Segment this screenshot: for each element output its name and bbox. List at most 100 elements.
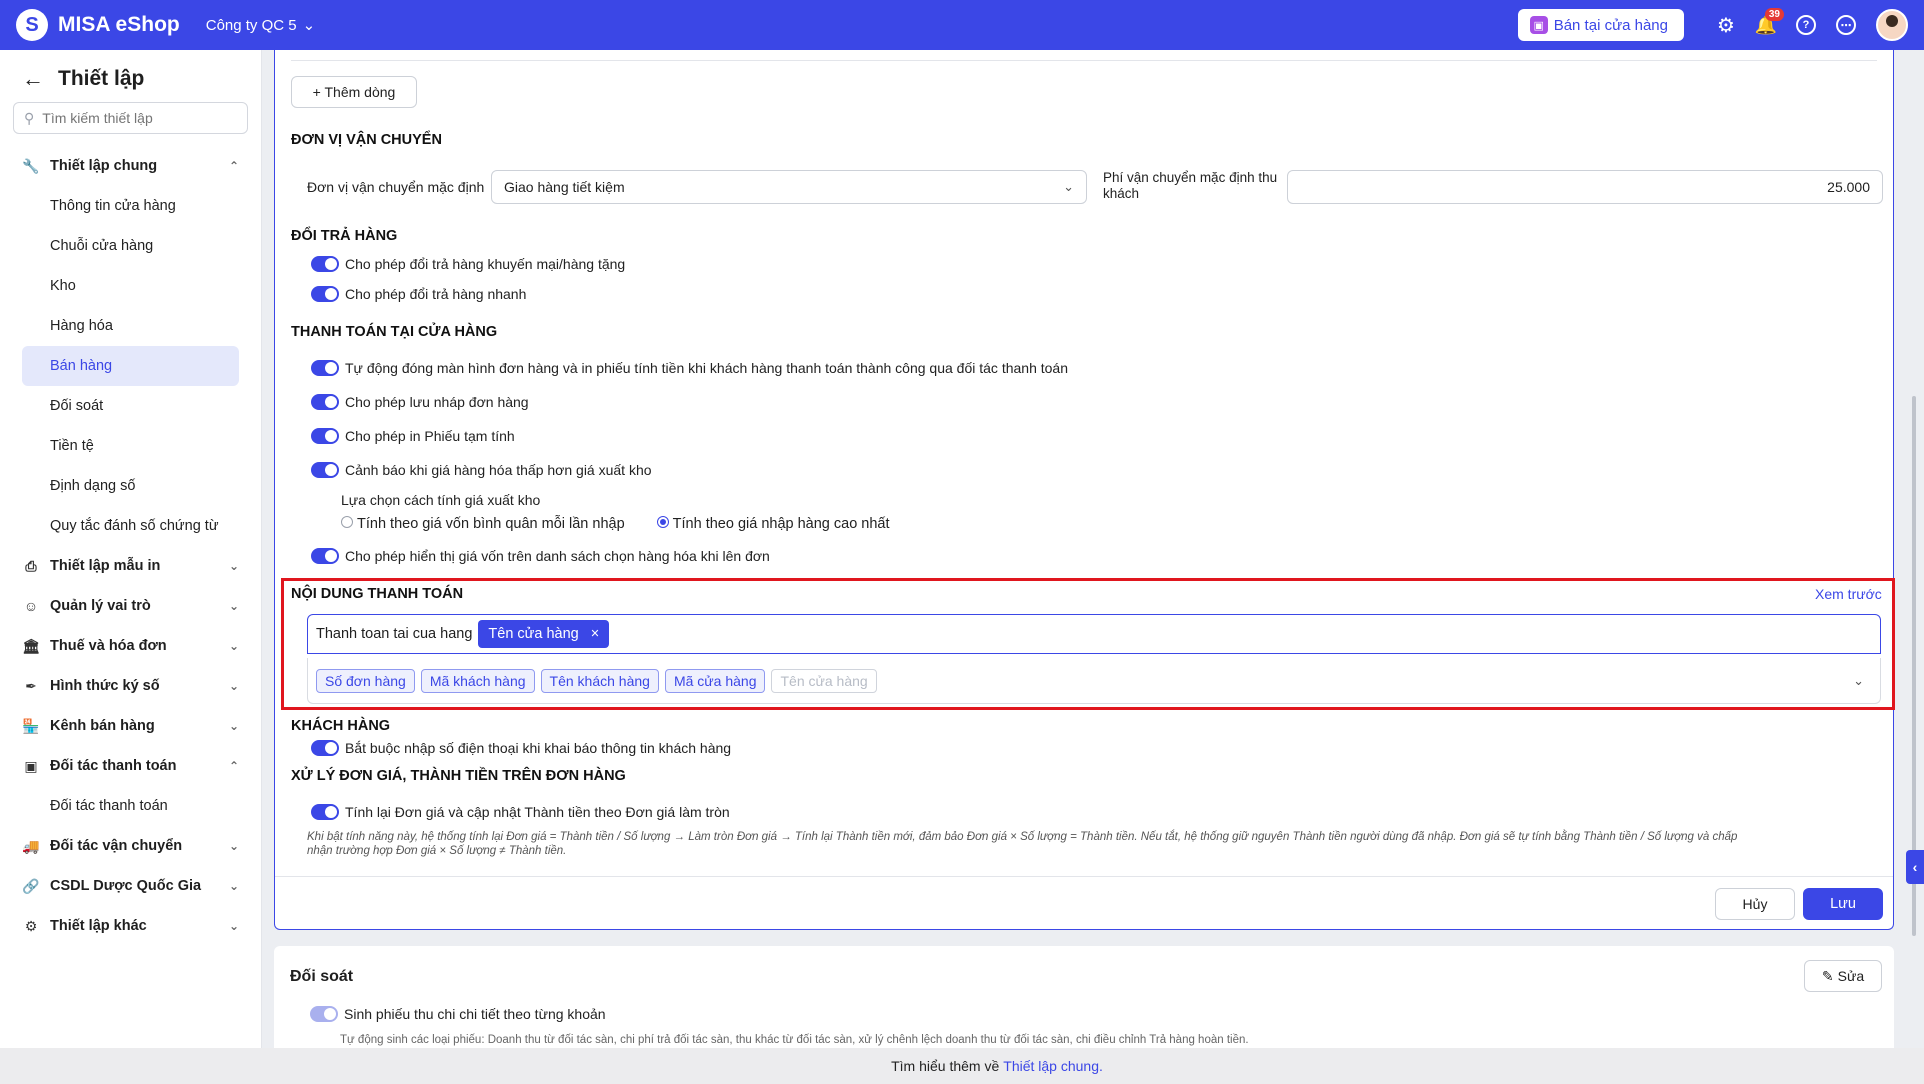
default-carrier-label: Đơn vị vận chuyển mặc định <box>307 179 485 195</box>
sidebar-item-warehouse[interactable]: Kho <box>22 266 239 306</box>
sidebar-item-store-info[interactable]: Thông tin cửa hàng <box>22 186 239 226</box>
price-method-label: Lựa chọn cách tính giá xuất kho <box>341 492 541 508</box>
require-phone-row: Bắt buộc nhập số điện thoại khi khai báo… <box>311 740 731 756</box>
sidebar-item-store-chain[interactable]: Chuỗi cửa hàng <box>22 226 239 266</box>
low-price-warning-toggle[interactable] <box>311 462 339 478</box>
reconcile-detail-row: Sinh phiếu thu chi chi tiết theo từng kh… <box>310 1006 606 1022</box>
returns-promo-toggle[interactable] <box>311 256 339 272</box>
back-arrow-icon[interactable]: ← <box>22 66 44 92</box>
customer-section-title: KHÁCH HÀNG <box>291 718 391 734</box>
tag-customer-name[interactable]: Tên khách hàng <box>540 668 659 693</box>
settings-search-input[interactable] <box>42 110 237 126</box>
pricing-note: Khi bật tính năng này, hệ thống tính lại… <box>307 831 1738 857</box>
returns-promo-row: Cho phép đổi trả hàng khuyến mại/hàng tặ… <box>311 256 625 272</box>
sidebar-item-currency[interactable]: Tiền tệ <box>22 426 239 466</box>
default-fee-label: Phí vận chuyển mặc định thu khách <box>1103 170 1278 201</box>
auto-close-row: Tự động đóng màn hình đơn hàng và in phi… <box>311 360 1068 376</box>
sidebar-item-doc-numbering[interactable]: Quy tắc đánh số chứng từ <box>22 506 239 546</box>
misa-logo-icon[interactable]: S <box>16 9 48 41</box>
store-name-chip: Tên cửa hàng × <box>478 620 610 648</box>
company-name: Công ty QC 5 <box>205 16 297 34</box>
sidebar-group-shipping-partner[interactable]: 🚚 Đối tác vận chuyển ⌄ <box>0 826 261 866</box>
settings-sidebar: ← Thiết lập ⚲ 🔧 Thiết lập chung ⌃ Thông … <box>0 50 262 1084</box>
gear-icon: ⚙ <box>24 917 38 934</box>
pen-icon: ✒ <box>25 677 37 694</box>
edit-button[interactable]: ✎ Sửa <box>1804 960 1882 992</box>
sell-at-store-label: Bán tại cửa hàng <box>1553 16 1668 34</box>
sidebar-item-number-format[interactable]: Định dạng số <box>22 466 239 506</box>
preview-link[interactable]: Xem trước <box>1815 586 1882 602</box>
default-fee-input[interactable]: 25.000 <box>1287 170 1883 204</box>
sales-settings-card: + Thêm dòng ĐƠN VỊ VẬN CHUYỂN Đơn vị vận… <box>274 50 1895 930</box>
user-avatar[interactable] <box>1876 9 1908 41</box>
returns-quick-toggle[interactable] <box>311 286 339 302</box>
radio-average-cost[interactable]: Tính theo giá vốn bình quân mỗi lần nhập <box>341 516 625 532</box>
notification-bell-icon[interactable]: 🔔 39 <box>1746 5 1786 45</box>
save-button[interactable]: Lưu <box>1803 888 1883 920</box>
sidebar-item-payment-partner[interactable]: Đối tác thanh toán <box>22 786 239 826</box>
search-icon: ⚲ <box>24 109 35 126</box>
sidebar-item-sales[interactable]: Bán hàng <box>22 346 239 386</box>
tag-store-name-disabled: Tên cửa hàng <box>771 668 877 693</box>
returns-quick-row: Cho phép đổi trả hàng nhanh <box>311 286 526 302</box>
chevron-up-icon: ⌃ <box>228 759 239 773</box>
payment-prefix-text: Thanh toan tai cua hang <box>316 626 473 642</box>
company-selector[interactable]: Công ty QC 5 ⌄ <box>205 16 316 35</box>
shipping-section-title: ĐƠN VỊ VẬN CHUYỂN <box>291 132 442 148</box>
sidebar-group-payment-partner[interactable]: ▣ Đối tác thanh toán ⌃ <box>0 746 261 786</box>
require-phone-toggle[interactable] <box>311 740 339 756</box>
save-draft-toggle[interactable] <box>311 394 339 410</box>
sidebar-group-sales-channel[interactable]: 🏪 Kênh bán hàng ⌄ <box>0 706 261 746</box>
settings-gear-icon[interactable]: ⚙ <box>1706 5 1746 45</box>
main-content: + Thêm dòng ĐƠN VỊ VẬN CHUYỂN Đơn vị vận… <box>274 50 1895 1084</box>
link-icon: 🔗 <box>22 877 40 894</box>
chevron-down-icon: ⌄ <box>228 559 239 573</box>
print-temp-row: Cho phép in Phiếu tạm tính <box>311 428 515 444</box>
notification-badge: 39 <box>1764 8 1784 21</box>
save-draft-row: Cho phép lưu nháp đơn hàng <box>311 394 529 410</box>
chevron-down-icon: ⌄ <box>228 679 239 693</box>
sidebar-group-general[interactable]: 🔧 Thiết lập chung ⌃ <box>0 146 261 186</box>
chevron-down-icon[interactable]: ⌄ <box>1853 673 1864 689</box>
chevron-down-icon: ⌄ <box>228 639 239 653</box>
more-icon[interactable]: ⋯ <box>1826 5 1866 45</box>
auto-close-toggle[interactable] <box>311 360 339 376</box>
sidebar-group-print-templates[interactable]: ⎙ Thiết lập mẫu in ⌄ <box>0 546 261 586</box>
sidebar-group-pharma-db[interactable]: 🔗 CSDL Dược Quốc Gia ⌄ <box>0 866 261 906</box>
footer-link[interactable]: Thiết lập chung. <box>1003 1058 1103 1074</box>
footer-text: Tìm hiểu thêm về <box>891 1058 1000 1074</box>
radio-highest-cost[interactable]: Tính theo giá nhập hàng cao nhất <box>656 516 890 532</box>
help-icon[interactable]: ? <box>1786 5 1826 45</box>
print-temp-toggle[interactable] <box>311 428 339 444</box>
recalc-price-toggle[interactable] <box>311 804 339 820</box>
price-method-radios: Tính theo giá vốn bình quân mỗi lần nhập… <box>341 516 890 532</box>
tag-customer-code[interactable]: Mã khách hàng <box>420 668 535 693</box>
chevron-down-icon: ⌄ <box>228 599 239 613</box>
user-role-icon: ☺ <box>23 598 39 614</box>
help-footer: Tìm hiểu thêm về Thiết lập chung. <box>0 1048 1924 1084</box>
default-carrier-select[interactable]: Giao hàng tiết kiệm ⌄ <box>491 170 1087 204</box>
chevron-down-icon: ⌄ <box>302 17 316 34</box>
chevron-down-icon: ⌄ <box>228 719 239 733</box>
sidebar-group-digital-sign[interactable]: ✒ Hình thức ký số ⌄ <box>0 666 261 706</box>
sidebar-item-reconcile[interactable]: Đối soát <box>22 386 239 426</box>
tag-order-number[interactable]: Số đơn hàng <box>316 668 415 693</box>
collapse-panel-icon[interactable]: ‹ <box>1906 850 1924 884</box>
show-cost-row: Cho phép hiển thị giá vốn trên danh sách… <box>311 548 770 564</box>
sell-at-store-button[interactable]: ▣ Bán tại cửa hàng <box>1517 9 1684 41</box>
close-icon[interactable]: × <box>591 626 599 642</box>
reconcile-note: Tự động sinh các loại phiếu: Doanh thu t… <box>340 1034 1249 1046</box>
sidebar-group-other[interactable]: ⚙ Thiết lập khác ⌄ <box>0 906 261 946</box>
cancel-button[interactable]: Hủy <box>1715 888 1795 920</box>
truck-icon: 🚚 <box>22 837 40 854</box>
payment-content-input[interactable]: Thanh toan tai cua hang Tên cửa hàng × <box>307 614 1881 654</box>
settings-search[interactable]: ⚲ <box>13 102 248 134</box>
show-cost-toggle[interactable] <box>311 548 339 564</box>
add-row-button[interactable]: + Thêm dòng <box>291 76 417 108</box>
payment-content-title: NỘI DUNG THANH TOÁN <box>291 586 464 602</box>
tag-store-code[interactable]: Mã cửa hàng <box>664 668 766 693</box>
chevron-down-icon: ⌄ <box>228 919 239 933</box>
sidebar-item-goods[interactable]: Hàng hóa <box>22 306 239 346</box>
sidebar-group-tax-invoice[interactable]: 🏛 Thuế và hóa đơn ⌄ <box>0 626 261 666</box>
sidebar-group-roles[interactable]: ☺ Quản lý vai trò ⌄ <box>0 586 261 626</box>
